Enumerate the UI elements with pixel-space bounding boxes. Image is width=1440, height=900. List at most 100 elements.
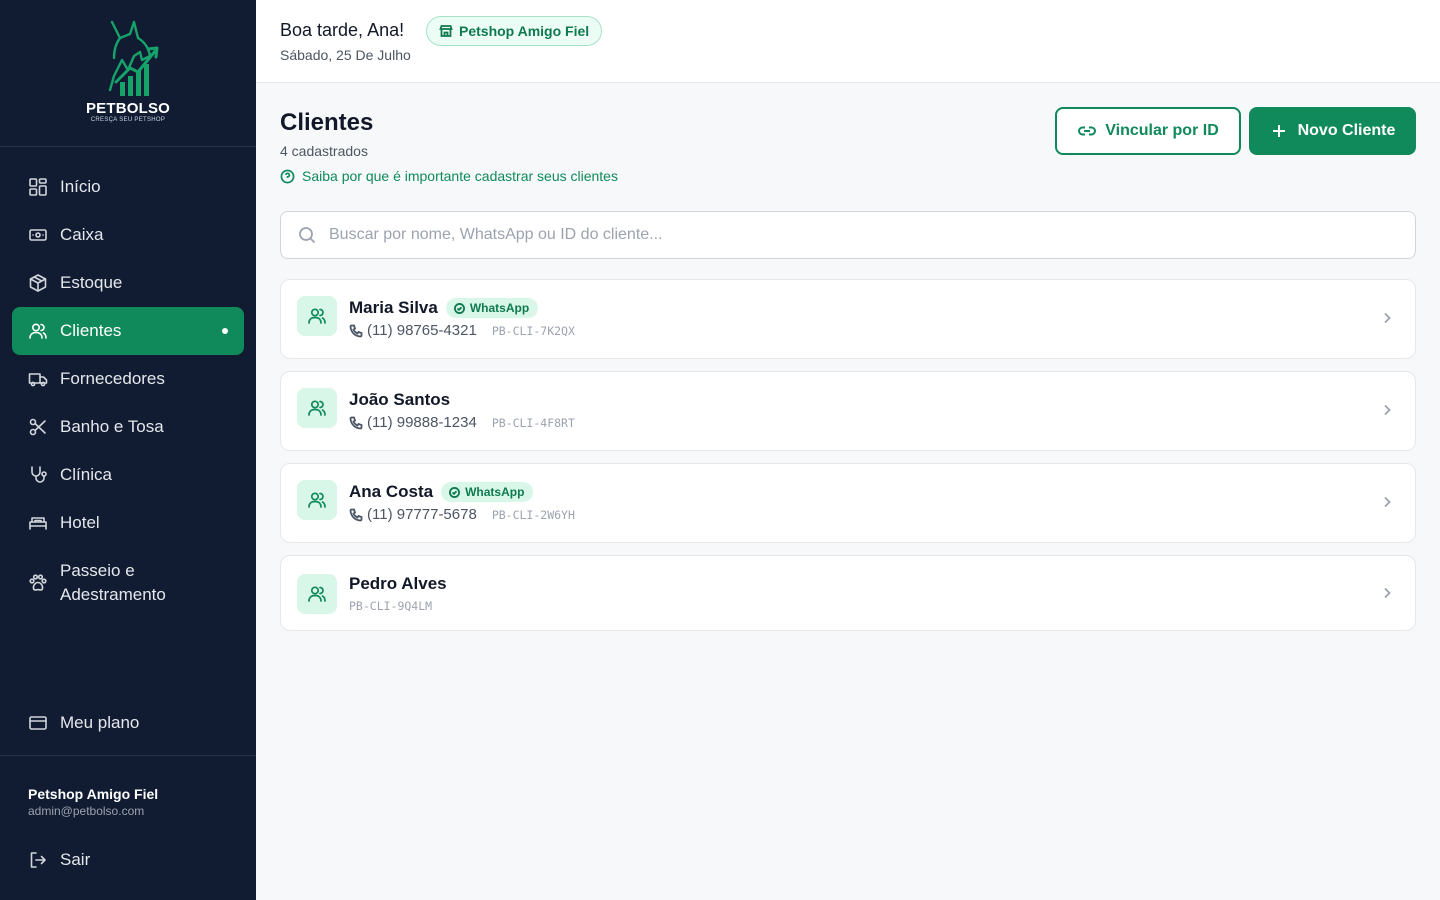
sidebar-item-label: Caixa (60, 225, 104, 244)
logo[interactable]: PETBOLSO CRESÇA SEU PETSHOP (0, 0, 256, 147)
logout-label: Sair (60, 850, 91, 869)
chevron-right-icon (1379, 402, 1395, 418)
check-circle-icon (453, 302, 465, 314)
sidebar-item-fornecedores[interactable]: Fornecedores (12, 355, 244, 403)
client-phone-number: (11) 97777-5678 (367, 506, 477, 523)
client-id: PB-CLI-4F8RT (491, 415, 575, 430)
help-circle-icon (280, 169, 295, 183)
chevron-right-icon (1379, 585, 1395, 601)
sidebar-nav: Início Caixa Estoque Clientes Fornecedor… (12, 163, 244, 619)
page-title: Clientes (280, 109, 374, 136)
plus-icon (1272, 125, 1285, 137)
client-meta: (11) 97777-5678 PB-CLI-2W6YH (349, 506, 575, 523)
users-icon (308, 400, 326, 416)
top-header: Boa tarde, Ana! Petshop Amigo Fiel Sábad… (256, 0, 1440, 83)
link-by-id-label: Vincular por ID (1105, 122, 1219, 139)
account-info: Petshop Amigo Fiel admin@petbolso.com (28, 785, 158, 819)
client-name-row: Pedro Alves (349, 574, 447, 594)
users-icon (308, 308, 326, 324)
users-icon (308, 586, 326, 602)
check-circle-icon (449, 486, 461, 498)
info-link-label: Saiba por que é importante cadastrar seu… (302, 168, 618, 184)
client-count: 4 cadastrados (280, 143, 368, 159)
new-client-label: Novo Cliente (1297, 122, 1396, 139)
link-by-id-button[interactable]: Vincular por ID (1055, 107, 1241, 155)
credit-card-icon (28, 713, 48, 733)
search-input[interactable] (329, 226, 1329, 244)
phone-icon (349, 508, 363, 521)
cash-icon (28, 225, 48, 245)
new-client-button[interactable]: Novo Cliente (1249, 107, 1416, 155)
logout-container: Sair (12, 836, 244, 884)
sidebar-divider (0, 755, 256, 756)
sidebar-plan-container: Meu plano (12, 699, 244, 747)
paw-icon (28, 573, 48, 593)
client-list: Maria Silva WhatsApp (11) 98765-4321 PB-… (280, 279, 1416, 643)
client-name: Pedro Alves (349, 574, 447, 593)
client-avatar (297, 296, 337, 336)
client-phone-number: (11) 99888-1234 (367, 414, 477, 431)
client-phone: (11) 97777-5678 (349, 506, 477, 523)
sidebar-item-clinica[interactable]: Clínica (12, 451, 244, 499)
sidebar-item-label: Passeio e Adestramento (60, 561, 166, 604)
sidebar-item-meu-plano[interactable]: Meu plano (12, 699, 244, 747)
logout-button[interactable]: Sair (12, 836, 244, 884)
client-meta: (11) 98765-4321 PB-CLI-7K2QX (349, 322, 575, 339)
brand-tagline: CRESÇA SEU PETSHOP (90, 117, 166, 123)
active-indicator (222, 328, 228, 334)
brand-name: PETBOLSO (85, 100, 171, 117)
store-icon (439, 25, 453, 37)
sidebar-item-passeio-e-adestramento[interactable]: Passeio e Adestramento (12, 547, 244, 619)
phone-icon (349, 416, 363, 429)
scissors-icon (28, 417, 48, 437)
client-avatar (297, 574, 337, 614)
users-icon (308, 492, 326, 508)
petbolso-logo-icon (108, 20, 159, 96)
sidebar-item-banho-e-tosa[interactable]: Banho e Tosa (12, 403, 244, 451)
account-name: Petshop Amigo Fiel (28, 786, 159, 802)
client-name: Ana Costa (349, 482, 434, 501)
chevron-right-icon (1379, 310, 1395, 326)
client-card[interactable]: João Santos (11) 99888-1234 PB-CLI-4F8RT (280, 371, 1416, 451)
client-id: PB-CLI-9Q4LM (349, 599, 433, 613)
sidebar-item-label: Fornecedores (60, 369, 165, 388)
search-bar (280, 211, 1416, 259)
chevron-right-icon (1379, 494, 1395, 510)
users-icon (28, 321, 48, 341)
sidebar-item-label: Banho e Tosa (60, 417, 164, 436)
whatsapp-badge: WhatsApp (441, 482, 534, 502)
sidebar-item-label: Clientes (60, 321, 122, 340)
client-name: João Santos (349, 390, 451, 409)
info-link[interactable]: Saiba por que é importante cadastrar seu… (280, 168, 618, 184)
client-card[interactable]: Pedro Alves PB-CLI-9Q4LM (280, 555, 1416, 631)
bed-icon (28, 513, 48, 533)
dashboard-icon (28, 177, 48, 197)
client-id: PB-CLI-7K2QX (491, 323, 575, 338)
sidebar-item-estoque[interactable]: Estoque (12, 259, 244, 307)
link-icon (1078, 126, 1097, 136)
sidebar-item-hotel[interactable]: Hotel (12, 499, 244, 547)
sidebar-item-caixa[interactable]: Caixa (12, 211, 244, 259)
whatsapp-badge-label: WhatsApp (465, 485, 525, 499)
truck-icon (28, 369, 48, 389)
client-phone: (11) 99888-1234 (349, 414, 477, 431)
client-name-row: Maria Silva WhatsApp (349, 298, 539, 318)
sidebar: PETBOLSO CRESÇA SEU PETSHOP Início Caixa… (0, 0, 256, 900)
client-name-row: João Santos (349, 390, 450, 410)
client-card[interactable]: Maria Silva WhatsApp (11) 98765-4321 PB-… (280, 279, 1416, 359)
sidebar-item-label: Clínica (60, 465, 112, 484)
whatsapp-badge: WhatsApp (445, 298, 539, 318)
phone-icon (349, 324, 363, 337)
whatsapp-badge-label: WhatsApp (469, 301, 530, 315)
sidebar-item-label: Estoque (60, 273, 123, 292)
client-phone: (11) 98765-4321 (349, 322, 477, 339)
stethoscope-icon (28, 465, 48, 485)
client-card[interactable]: Ana Costa WhatsApp (11) 97777-5678 PB-CL… (280, 463, 1416, 543)
sidebar-item-inicio[interactable]: Início (12, 163, 244, 211)
search-icon (299, 227, 316, 244)
logout-icon (28, 850, 48, 870)
sidebar-item-clientes[interactable]: Clientes (12, 307, 244, 355)
client-name-row: Ana Costa WhatsApp (349, 482, 534, 502)
client-phone-number: (11) 98765-4321 (367, 322, 477, 339)
store-name: Petshop Amigo Fiel (459, 23, 590, 39)
